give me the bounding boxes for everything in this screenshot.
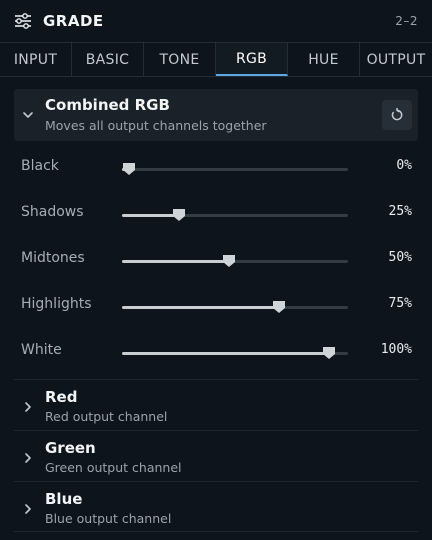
slider-value: 100% xyxy=(380,342,412,357)
section-subtitle: Blue output channel xyxy=(45,511,172,526)
slider-value: 25% xyxy=(388,204,412,219)
tab-label: HUE xyxy=(308,51,339,68)
slider-track[interactable] xyxy=(122,209,348,221)
slider-label: White xyxy=(21,342,62,358)
tab-label: RGB xyxy=(235,50,268,67)
chevron-down-icon xyxy=(23,112,33,118)
slider-track[interactable] xyxy=(122,347,348,359)
slider-value: 50% xyxy=(388,250,412,265)
page-indicator: 2–2 xyxy=(395,14,418,28)
slider-label: Midtones xyxy=(21,250,85,266)
section-subtitle: Red output channel xyxy=(45,409,168,424)
slider-row-highlights: Highlights 75% xyxy=(0,296,432,342)
chevron-right-icon xyxy=(25,402,31,412)
slider-row-shadows: Shadows 25% xyxy=(0,204,432,250)
tab-input[interactable]: INPUT xyxy=(0,43,72,76)
tab-tone[interactable]: TONE xyxy=(144,43,216,76)
slider-label: Highlights xyxy=(21,296,92,312)
blue-section-header[interactable]: Blue Blue output channel xyxy=(14,484,418,534)
slider-track[interactable] xyxy=(122,163,348,175)
slider-row-black: Black 0% xyxy=(0,158,432,204)
slider-thumb-icon[interactable] xyxy=(272,300,286,314)
slider-value: 0% xyxy=(396,158,412,173)
divider xyxy=(14,430,418,431)
slider-label: Shadows xyxy=(21,204,84,220)
reset-button[interactable] xyxy=(382,100,412,130)
section-subtitle: Moves all output channels together xyxy=(45,118,267,133)
section-title: Green xyxy=(45,439,96,457)
tab-basic[interactable]: BASIC xyxy=(72,43,144,76)
panel-title: GRADE xyxy=(43,12,104,30)
slider-fill xyxy=(122,352,329,355)
tab-label: OUTPUT xyxy=(366,51,426,68)
slider-thumb-icon[interactable] xyxy=(172,208,186,222)
combined-rgb-section-header[interactable]: Combined RGB Moves all output channels t… xyxy=(14,89,418,141)
tab-label: INPUT xyxy=(13,51,58,68)
reset-icon xyxy=(391,108,403,121)
section-title: Blue xyxy=(45,490,83,508)
tab-hue[interactable]: HUE xyxy=(288,43,360,76)
slider-thumb-icon[interactable] xyxy=(222,254,236,268)
section-title: Combined RGB xyxy=(45,96,170,114)
tab-rgb[interactable]: RGB xyxy=(216,43,288,76)
panel-header: GRADE 2–2 xyxy=(0,0,432,42)
chevron-right-icon xyxy=(25,453,31,463)
slider-fill xyxy=(122,214,179,217)
slider-track[interactable] xyxy=(122,255,348,267)
tab-label: TONE xyxy=(159,51,200,68)
red-section-header[interactable]: Red Red output channel xyxy=(14,382,418,432)
chevron-right-icon xyxy=(25,504,31,514)
slider-row-midtones: Midtones 50% xyxy=(0,250,432,296)
sliders-menu-icon[interactable] xyxy=(14,13,32,29)
divider xyxy=(14,531,418,532)
slider-fill xyxy=(122,260,229,263)
divider xyxy=(14,379,418,380)
slider-fill xyxy=(122,306,279,309)
section-subtitle: Green output channel xyxy=(45,460,182,475)
slider-label: Black xyxy=(21,158,59,174)
divider xyxy=(14,481,418,482)
slider-value: 75% xyxy=(388,296,412,311)
section-title: Red xyxy=(45,388,78,406)
tab-label: BASIC xyxy=(85,51,130,68)
slider-thumb-icon[interactable] xyxy=(122,162,136,176)
tab-bar: INPUT BASIC TONE RGB HUE OUTPUT xyxy=(0,42,432,77)
green-section-header[interactable]: Green Green output channel xyxy=(14,433,418,483)
slider-track[interactable] xyxy=(122,301,348,313)
tab-output[interactable]: OUTPUT xyxy=(360,43,432,76)
slider-thumb-icon[interactable] xyxy=(322,346,336,360)
